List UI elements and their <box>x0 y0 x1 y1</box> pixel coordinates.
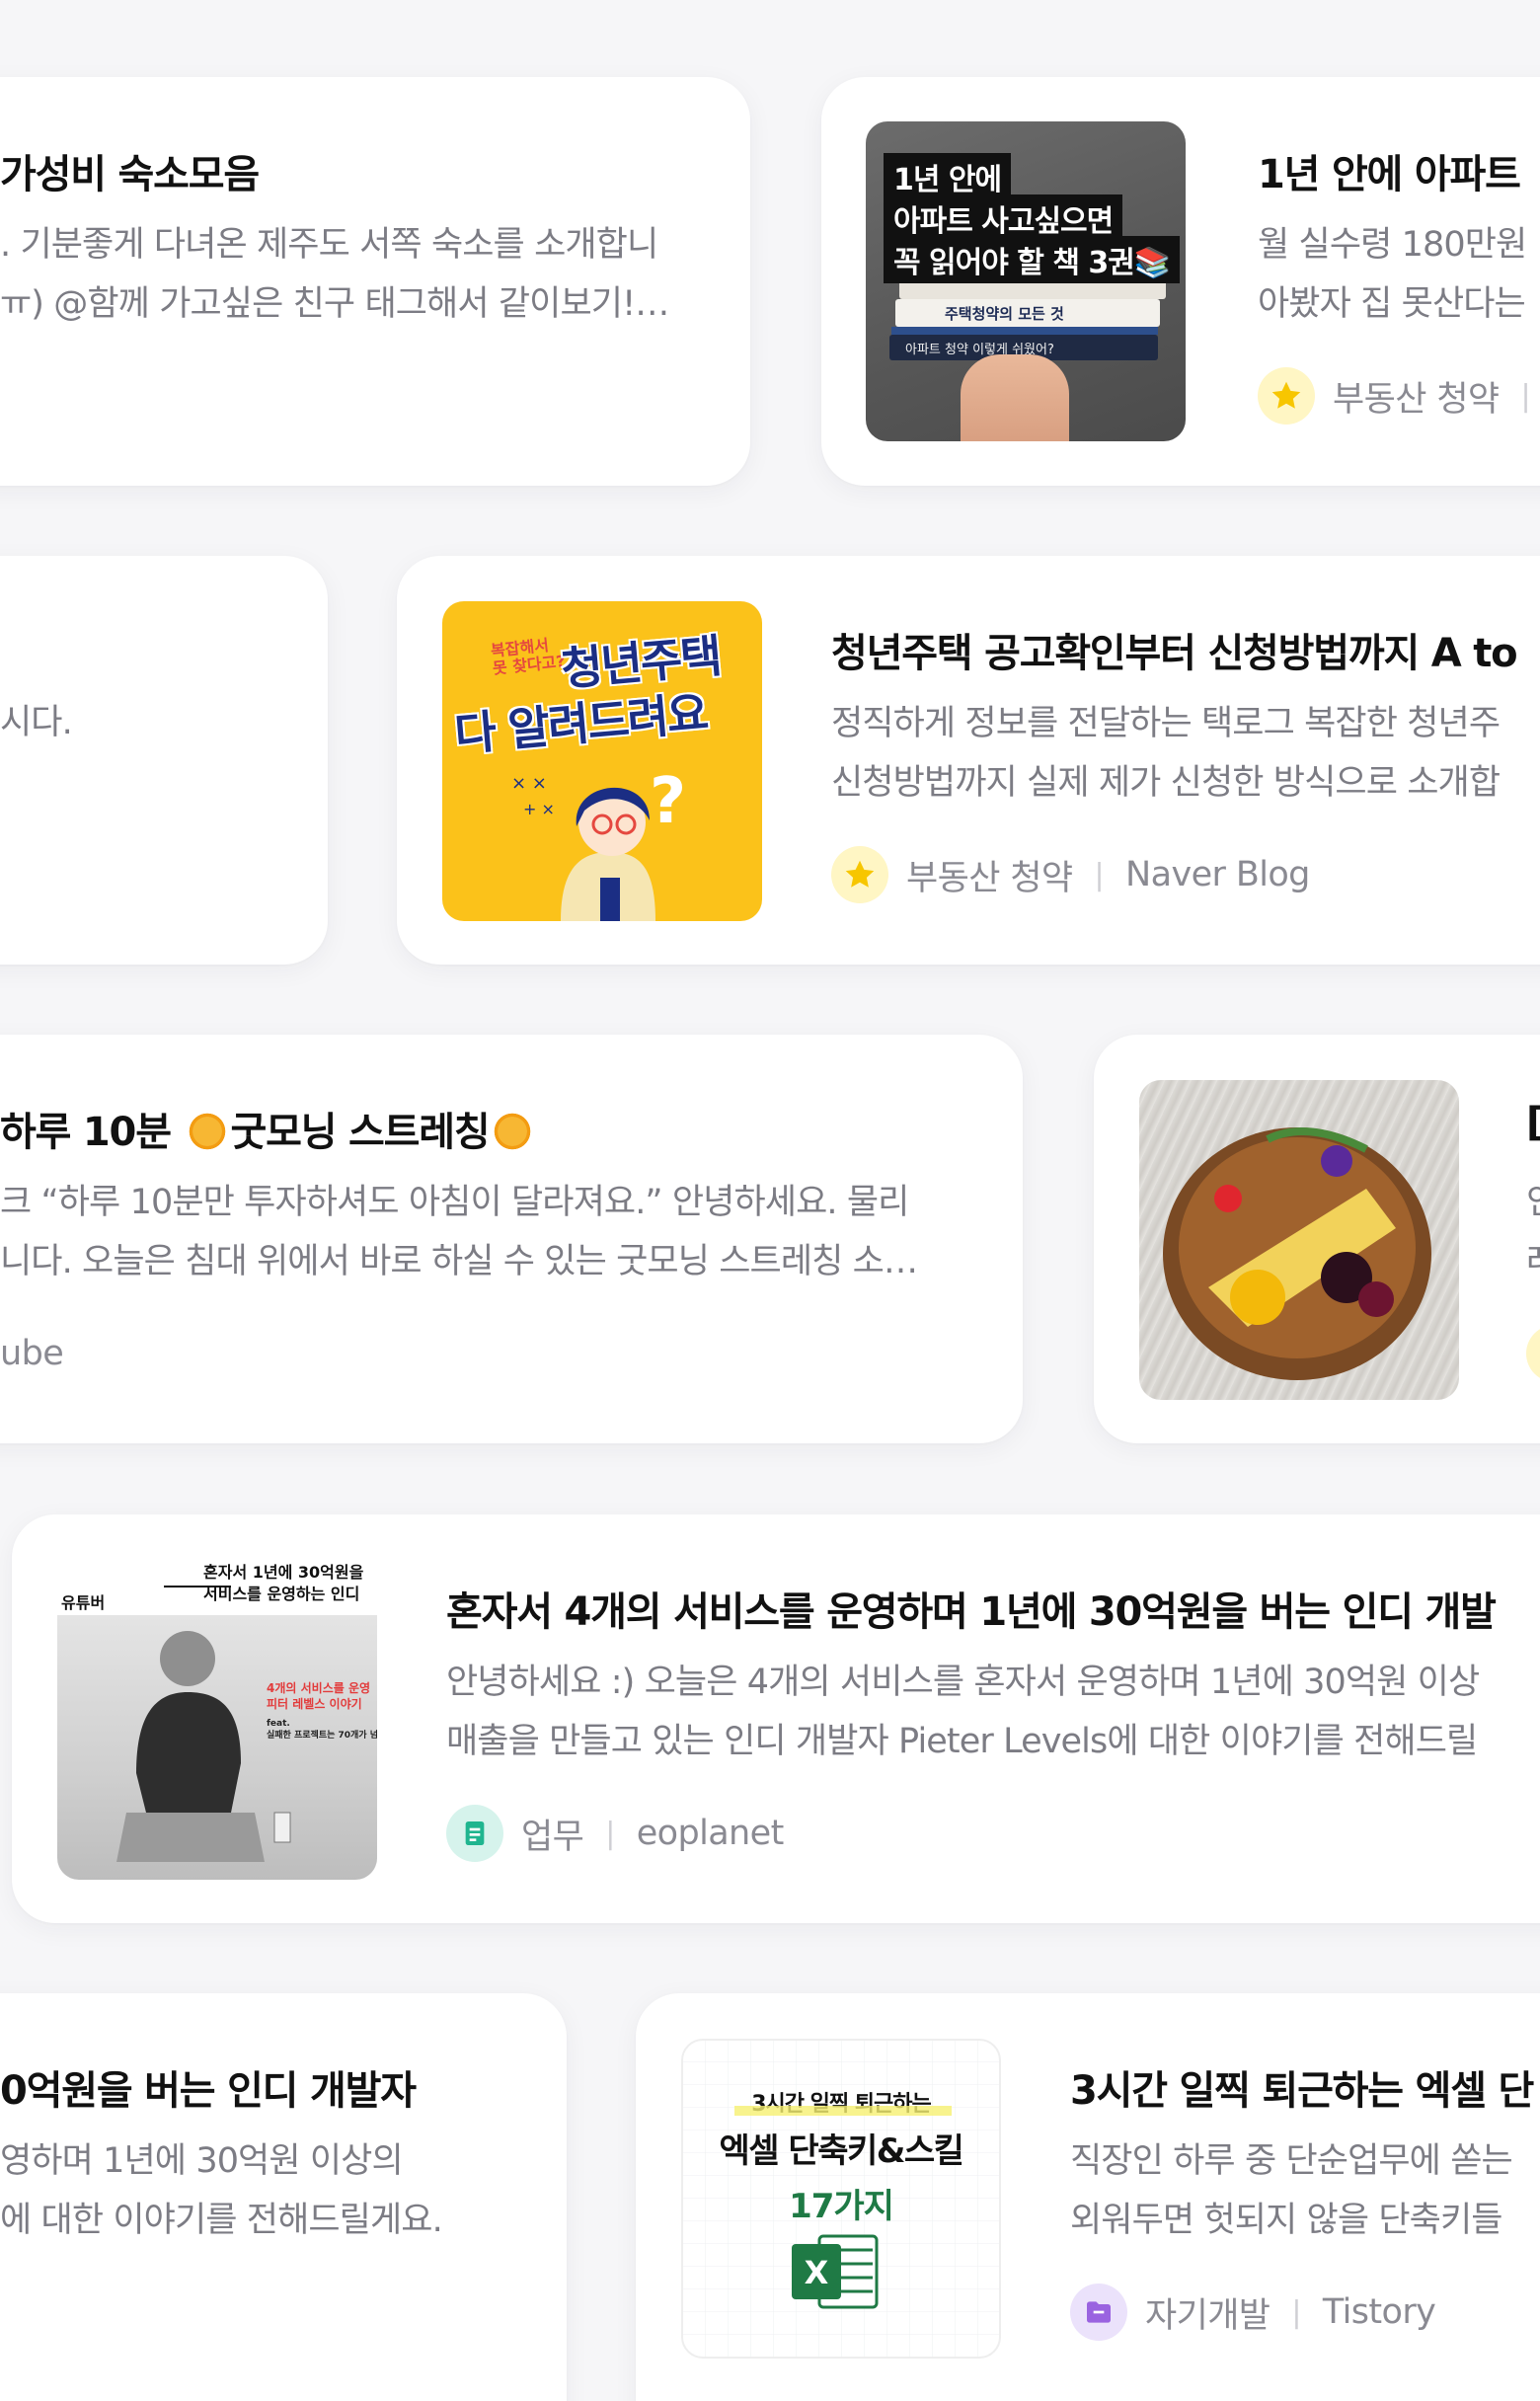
card-title: 3시간 일찍 퇴근하는 엑셀 단 <box>1070 2068 1534 2114</box>
thumbnail-line: 17가지 <box>789 2187 894 2226</box>
card-meta: 자기개발 | Tistory <box>1070 2284 1436 2341</box>
card-description-line: 인 <box>1526 1173 1540 1232</box>
hand-image <box>961 354 1069 441</box>
card-meta: 업무 | eoplanet <box>446 1805 784 1862</box>
svg-text:?: ? <box>650 765 686 838</box>
category-label[interactable]: 자기개발 <box>1145 2287 1270 2338</box>
card-description-line: 신청방법까지 실제 제가 신청한 방식으로 소개합 <box>831 763 1501 803</box>
card-thumbnail: 주택청약의 모든 것 아파트 청약 이렇게 쉬웠어? 1년 안에 아파트 사고싶… <box>866 121 1186 441</box>
thumbnail-feat-caption: feat. 실패한 프로젝트는 70개가 넘 <box>267 1719 377 1741</box>
book-spine-label: 주택청약의 모든 것 <box>895 299 1160 327</box>
folder-icon <box>1070 2284 1127 2341</box>
svg-text:X: X <box>805 2254 829 2291</box>
card-title: [ <box>1526 1100 1540 1145</box>
star-icon <box>1526 1325 1540 1382</box>
thumbnail-small-caption: 복잡해서 못 찾다고? <box>490 635 567 678</box>
card-description-line: 크 “하루 10분만 투자하셔도 아침이 달라져요.” 안녕하세요. 물리 <box>0 1183 909 1222</box>
card-description-line: 매출을 만들고 있는 인디 개발자 Pieter Levels에 대한 이야기를… <box>446 1722 1478 1761</box>
content-card[interactable]: 0억원을 버는 인디 개발자 영하며 1년에 30억원 이상의 에 대한 이야기… <box>0 1993 567 2401</box>
note-icon <box>446 1805 503 1862</box>
content-card[interactable]: 하루 10분 굿모닝 스트레칭 크 “하루 10분만 투자하셔도 아침이 달라져… <box>0 1035 1023 1443</box>
thumbnail-label: 혼자서 1년에 30억원을 서비스를 운영하는 인디 <box>203 1563 364 1603</box>
meta-divider: | <box>1094 857 1105 892</box>
card-thumbnail: 유튜버 혼자서 1년에 30억원을 서비스를 운영하는 인디 4개의 서비스를 … <box>57 1560 377 1880</box>
source-label: Naver Blog <box>1125 855 1310 894</box>
svg-text:+ ×: + × <box>523 800 555 818</box>
title-text: 하루 10분 <box>0 1110 184 1155</box>
thumbnail-caption: 아파트 사고싶으면 <box>884 194 1123 242</box>
thumbnail-red-caption: 4개의 서비스를 운영 피터 레벨스 이야기 <box>267 1681 371 1711</box>
card-description-line: 정직하게 정보를 전달하는 택로그 복잡한 청년주 <box>831 704 1501 743</box>
card-description-line: 직장인 하루 중 단순업무에 쏟는 <box>1070 2141 1513 2181</box>
card-description-line: . 기분좋게 다녀온 제주도 서쪽 숙소를 소개합니 <box>0 225 658 265</box>
card-title: 0억원을 버는 인디 개발자 <box>0 2068 417 2114</box>
card-description-line: 에 대한 이야기를 전해드릴게요. <box>0 2201 443 2240</box>
card-description-line: 시다. <box>0 703 73 742</box>
category-label[interactable]: 업무 <box>521 1809 584 1859</box>
content-card[interactable]: 유튜버 혼자서 1년에 30억원을 서비스를 운영하는 인디 4개의 서비스를 … <box>12 1514 1540 1923</box>
card-meta: 부동산 청약 | Naver Blog <box>831 846 1310 903</box>
source-label: eoplanet <box>636 1814 785 1853</box>
meta-divider: | <box>1520 378 1531 414</box>
card-title: 1년 안에 아파트 <box>1258 152 1521 197</box>
category-label[interactable]: 부동산 청약 <box>1333 371 1500 422</box>
content-card[interactable]: 가성비 숙소모음 . 기분좋게 다녀온 제주도 서쪽 숙소를 소개합니 ㅠ) @… <box>0 77 750 486</box>
title-text: 굿모닝 스트레칭 <box>230 1110 491 1155</box>
card-description-line: 안녕하세요 :) 오늘은 4개의 서비스를 혼자서 운영하며 1년에 30억원 … <box>446 1663 1480 1702</box>
star-icon <box>1258 367 1315 425</box>
sun-emoji-icon <box>493 1112 533 1151</box>
thumbnail-line: 엑셀 단축키&스킬 <box>719 2131 964 2171</box>
highlight-mark <box>734 2106 952 2116</box>
category-label[interactable]: 부동산 청약 <box>906 850 1073 900</box>
girl-illustration: × × + × ? <box>511 765 686 921</box>
source-label: ube <box>0 1334 64 1373</box>
card-title: 하루 10분 굿모닝 스트레칭 <box>0 1100 536 1157</box>
thumbnail-label: 유튜버 <box>61 1593 106 1612</box>
card-description-line: 영하며 1년에 30억원 이상의 <box>0 2141 404 2181</box>
card-thumbnail <box>1139 1080 1459 1400</box>
person-silhouette <box>116 1631 291 1862</box>
card-title: 혼자서 4개의 서비스를 운영하며 1년에 30억원을 버는 인디 개발 <box>446 1589 1497 1635</box>
svg-text:× ×: × × <box>511 773 547 794</box>
sun-emoji-icon <box>187 1112 227 1151</box>
meta-divider: | <box>1291 2294 1301 2330</box>
card-description-line: 외워두면 헛되지 않을 단축키들 <box>1070 2201 1502 2240</box>
card-meta: 부동산 청약 | I <box>1258 367 1540 425</box>
content-card[interactable]: 3시간 일찍 퇴근하는 엑셀 단축키&스킬 17가지 X 3시간 일찍 퇴근하는… <box>636 1993 1540 2401</box>
content-card[interactable]: 복잡해서 못 찾다고? 청년주택 다 알려드려요 × × + × ? 청년주택 … <box>397 556 1540 965</box>
thumbnail-caption: 1년 안에 <box>884 153 1012 200</box>
content-card[interactable]: [ 인 레 <box>1094 1035 1540 1443</box>
card-description-line: 니다. 오늘은 침대 위에서 바로 하실 수 있는 굿모닝 스트레칭 소… <box>0 1242 918 1281</box>
fruit-bowl-image <box>1163 1127 1431 1380</box>
card-description-line: 레 <box>1526 1232 1540 1291</box>
card-thumbnail: 복잡해서 못 찾다고? 청년주택 다 알려드려요 × × + × ? <box>442 601 762 921</box>
card-thumbnail: 3시간 일찍 퇴근하는 엑셀 단축키&스킬 17가지 X <box>681 2039 1001 2359</box>
card-meta: ube <box>0 1325 64 1382</box>
meta-divider: | <box>605 1816 615 1851</box>
card-title: 가성비 숙소모음 <box>0 152 260 197</box>
card-description-line: ㅠ) @함께 가고싶은 친구 태그해서 같이보기!… <box>0 284 669 324</box>
card-description-line: 월 실수령 180만원 <box>1258 225 1527 265</box>
thumbnail-caption: 꼭 읽어야 할 책 3권📚 <box>884 236 1181 283</box>
content-card[interactable]: 시다. <box>0 556 328 965</box>
source-label: Tistory <box>1322 2292 1436 2332</box>
person-photo <box>57 1615 377 1880</box>
content-card[interactable]: 주택청약의 모든 것 아파트 청약 이렇게 쉬웠어? 1년 안에 아파트 사고싶… <box>821 77 1540 486</box>
excel-icon: X <box>792 2234 879 2309</box>
card-description-line: 아봤자 집 못산다는 <box>1258 284 1526 324</box>
card-title: 청년주택 공고확인부터 신청방법까지 A to <box>831 631 1518 676</box>
star-icon <box>831 846 888 903</box>
